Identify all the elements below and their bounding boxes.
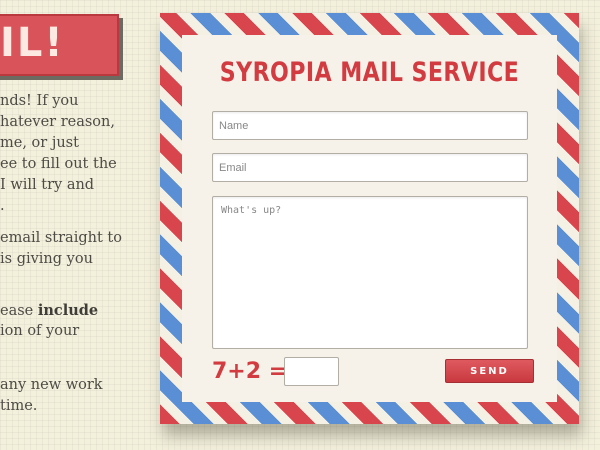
captcha-question: 7+2 =	[212, 359, 288, 384]
text-line: nds! If you	[0, 93, 79, 109]
text-line: .	[0, 198, 5, 214]
contact-form: SYROPIA MAIL SERVICE 7+2 = SEND	[182, 35, 557, 402]
message-textarea[interactable]	[212, 196, 528, 349]
page-banner: IL!	[0, 14, 119, 76]
email-input[interactable]	[212, 153, 528, 182]
name-input[interactable]	[212, 111, 528, 140]
intro-paragraph: nds! If you hatever reason, me, or just …	[0, 91, 128, 217]
text-line: I will try and	[0, 177, 95, 193]
text-line: ion of your	[0, 323, 80, 339]
text-fragment: ease	[0, 303, 38, 319]
bold-text: include	[37, 302, 99, 319]
text-line: any new work	[0, 377, 103, 393]
text-line: me, or just	[0, 135, 79, 151]
form-title: SYROPIA MAIL SERVICE	[219, 57, 520, 88]
text-line: email straight to	[0, 230, 122, 246]
airmail-envelope: SYROPIA MAIL SERVICE 7+2 = SEND	[160, 13, 579, 424]
text-line: is giving you	[0, 251, 93, 267]
text-line: time.	[0, 398, 38, 414]
text-line: hatever reason,	[0, 114, 115, 130]
work-paragraph: any new work time.	[0, 375, 128, 417]
include-paragraph: ease include ion of your	[0, 300, 128, 342]
text-line: ease include	[0, 300, 128, 321]
email-paragraph: email straight to is giving you	[0, 228, 128, 270]
text-line: ee to fill out the	[0, 156, 117, 172]
captcha-input[interactable]	[284, 357, 339, 386]
banner-text: IL!	[0, 20, 65, 66]
send-button[interactable]: SEND	[445, 359, 534, 383]
